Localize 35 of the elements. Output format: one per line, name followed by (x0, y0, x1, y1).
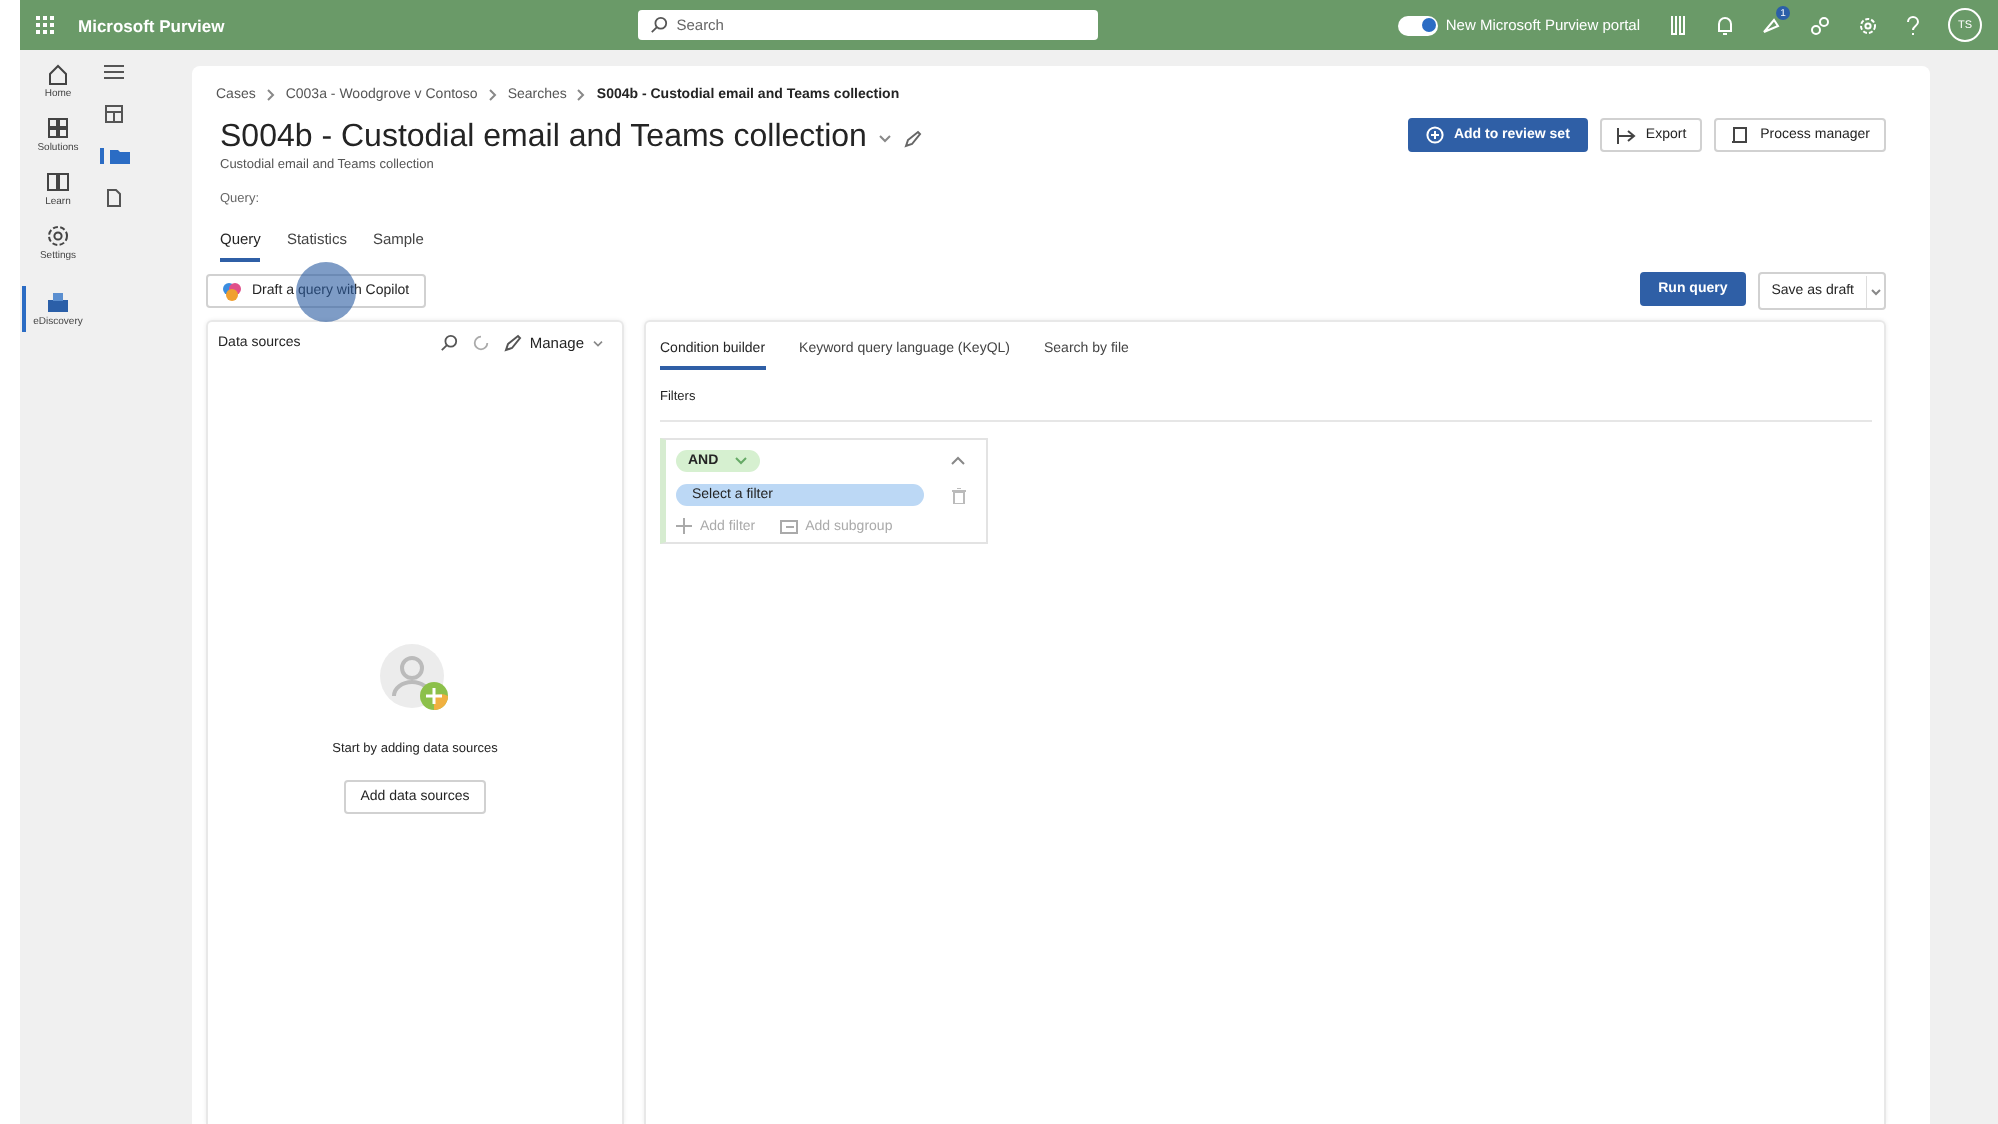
plus-icon (676, 518, 692, 534)
search-icon (650, 16, 669, 34)
folder-icon[interactable] (109, 148, 129, 164)
export-icon (1615, 127, 1636, 143)
plus-circle-icon (1425, 126, 1444, 144)
grid-icon (46, 116, 70, 140)
chevron-down-icon[interactable] (878, 133, 893, 143)
pencil-icon[interactable] (904, 129, 923, 147)
chevron-icon (265, 88, 276, 102)
chevron-down-icon (592, 339, 604, 347)
app-launcher-icon[interactable] (36, 16, 54, 34)
chevron-up-icon[interactable] (950, 456, 966, 466)
app-title: Microsoft Purview (78, 15, 225, 35)
home-icon (46, 62, 70, 86)
document-icon[interactable] (104, 188, 124, 208)
briefcase-icon (46, 290, 70, 314)
refresh-icon[interactable] (471, 334, 490, 352)
subgroup-icon (779, 519, 798, 533)
help-icon[interactable] (1906, 15, 1920, 35)
chevron-down-icon[interactable] (1866, 275, 1884, 307)
bell-icon[interactable] (1716, 15, 1734, 35)
settings-icon[interactable] (1858, 15, 1878, 35)
chevron-icon (487, 88, 498, 102)
menu-icon[interactable] (104, 64, 124, 80)
pencil-icon (503, 334, 522, 352)
portal-toggle[interactable] (1397, 15, 1438, 35)
settings-icon (46, 224, 70, 248)
search-icon[interactable] (439, 334, 458, 352)
chevron-icon (576, 88, 587, 102)
book-icon (46, 170, 70, 194)
copilot-icon (222, 281, 242, 301)
layout-icon[interactable] (104, 104, 124, 124)
page-title: S004b - Custodial email and Teams collection (220, 120, 867, 156)
trash-icon[interactable] (952, 487, 966, 503)
chevron-down-icon (734, 456, 749, 466)
